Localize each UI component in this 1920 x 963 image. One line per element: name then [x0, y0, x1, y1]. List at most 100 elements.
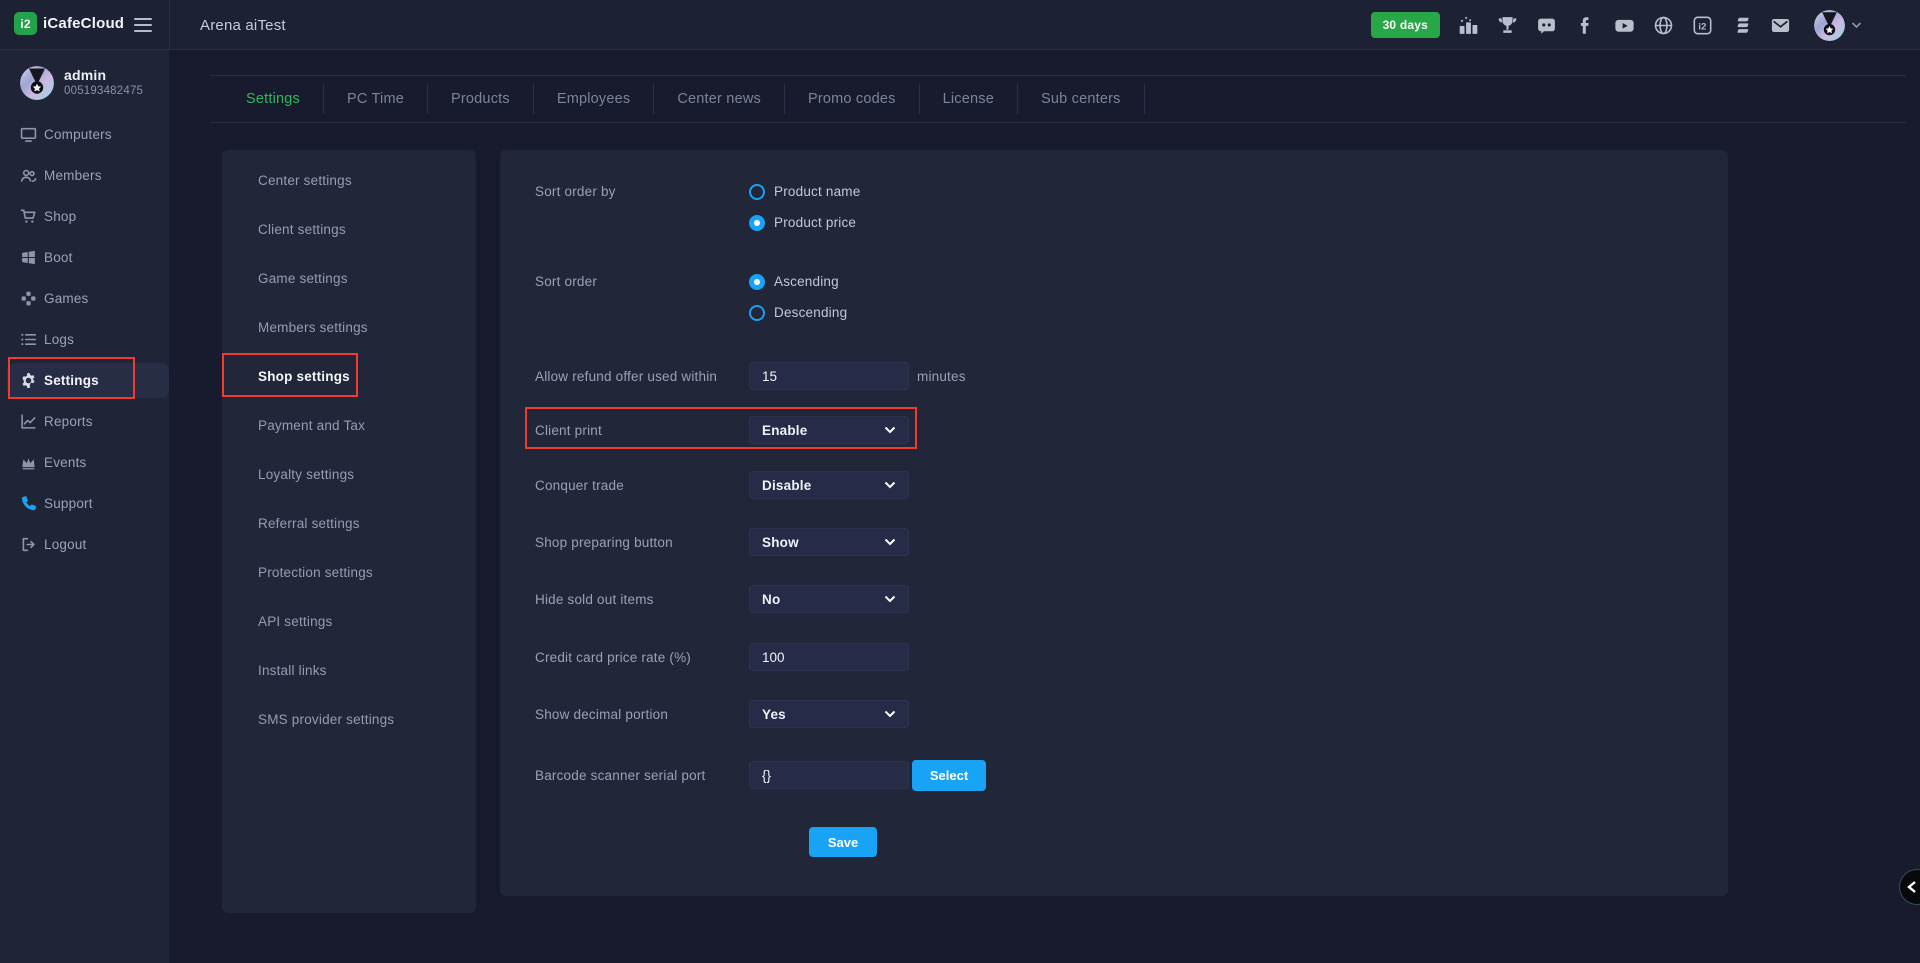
sidebar-item-settings[interactable]: Settings — [0, 360, 169, 401]
navbar-divider — [169, 0, 170, 50]
sidebar-item-label: Members — [44, 168, 102, 183]
chevron-down-icon — [884, 595, 896, 603]
gamepad-icon — [20, 290, 37, 307]
sidebar-item-label: Events — [44, 455, 86, 470]
tab-bar: SettingsPC TimeProductsEmployeesCenter n… — [210, 75, 1906, 123]
sidebar-item-events[interactable]: Events — [0, 442, 169, 483]
radio-unselected-icon[interactable] — [749, 305, 765, 321]
radio-selected-icon[interactable] — [749, 215, 765, 231]
tab-divider — [1144, 84, 1145, 114]
input-credit-card-price-rate[interactable] — [749, 643, 909, 671]
sidebar-item-label: Logout — [44, 537, 87, 552]
radio-label: Product name — [774, 184, 860, 199]
sidebar-item-label: Boot — [44, 250, 73, 265]
brand-name: iCafeCloud — [43, 15, 124, 32]
icafecloud-icon[interactable]: i2 — [1691, 14, 1713, 36]
settings-nav-shop-settings[interactable]: Shop settings — [222, 352, 476, 401]
settings-nav-members-settings[interactable]: Members settings — [222, 303, 476, 352]
logout-icon — [20, 536, 37, 553]
sidebar-item-boot[interactable]: Boot — [0, 237, 169, 278]
settings-nav-api-settings[interactable]: API settings — [222, 597, 476, 646]
sidebar-user-block: admin 005193482475 — [20, 66, 143, 100]
crown-icon — [20, 454, 37, 471]
settings-nav-client-settings[interactable]: Client settings — [222, 205, 476, 254]
icafecloud-logo-icon: i2 — [14, 12, 37, 35]
mail-icon[interactable] — [1769, 14, 1791, 36]
select-value: Yes — [762, 707, 786, 722]
gear-icon — [20, 372, 37, 389]
tab-products[interactable]: Products — [428, 76, 533, 122]
sidebar-item-logs[interactable]: Logs — [0, 319, 169, 360]
brand-logo[interactable]: i2 iCafeCloud — [14, 12, 124, 35]
select-shop-preparing-button[interactable]: Show — [749, 528, 909, 556]
field-label-allow-refund-offer-used-within: Allow refund offer used within — [535, 362, 740, 390]
sidebar-item-members[interactable]: Members — [0, 155, 169, 196]
ranking-icon[interactable] — [1457, 14, 1479, 36]
discord-icon[interactable] — [1535, 14, 1557, 36]
page-title: Arena aiTest — [200, 0, 286, 50]
sidebar-item-games[interactable]: Games — [0, 278, 169, 319]
field-label-client-print: Client print — [535, 416, 740, 444]
select-conquer-trade[interactable]: Disable — [749, 471, 909, 499]
select-hide-sold-out-items[interactable]: No — [749, 585, 909, 613]
save-button[interactable]: Save — [809, 827, 877, 857]
tab-pc-time[interactable]: PC Time — [324, 76, 427, 122]
collapse-panel-button[interactable] — [1899, 869, 1920, 905]
globe-icon[interactable] — [1652, 14, 1674, 36]
radio-option-product-name[interactable]: Product name — [749, 176, 860, 207]
select-value: No — [762, 592, 780, 607]
radio-option-product-price[interactable]: Product price — [749, 207, 860, 238]
sidebar-item-logout[interactable]: Logout — [0, 524, 169, 565]
input-allow-refund-offer-used-within[interactable] — [749, 362, 909, 390]
radio-option-descending[interactable]: Descending — [749, 297, 847, 328]
settings-nav-referral-settings[interactable]: Referral settings — [222, 499, 476, 548]
sidebar-item-reports[interactable]: Reports — [0, 401, 169, 442]
sidebar-item-support[interactable]: Support — [0, 483, 169, 524]
settings-nav-install-links[interactable]: Install links — [222, 646, 476, 695]
tab-employees[interactable]: Employees — [534, 76, 654, 122]
sidebar-item-shop[interactable]: Shop — [0, 196, 169, 237]
tab-settings[interactable]: Settings — [223, 76, 323, 122]
radio-option-ascending[interactable]: Ascending — [749, 266, 847, 297]
radio-label: Descending — [774, 305, 847, 320]
windows-icon — [20, 249, 37, 266]
sidebar-item-label: Reports — [44, 414, 93, 429]
settings-nav-sms-provider-settings[interactable]: SMS provider settings — [222, 695, 476, 744]
chevron-down-icon — [884, 426, 896, 434]
tab-license[interactable]: License — [920, 76, 1017, 122]
select-value: Show — [762, 535, 799, 550]
sidebar-item-label: Settings — [44, 373, 99, 388]
field-label-shop-preparing-button: Shop preparing button — [535, 528, 740, 556]
tab-center-news[interactable]: Center news — [654, 76, 784, 122]
tab-sub-centers[interactable]: Sub centers — [1018, 76, 1144, 122]
user-id: 005193482475 — [64, 84, 143, 99]
radio-label: Ascending — [774, 274, 839, 289]
select-show-decimal-portion[interactable]: Yes — [749, 700, 909, 728]
sidebar-item-computers[interactable]: Computers — [0, 114, 169, 155]
trophy-icon[interactable] — [1496, 14, 1518, 36]
list-icon — [20, 331, 37, 348]
radio-selected-icon[interactable] — [749, 274, 765, 290]
field-label-conquer-trade: Conquer trade — [535, 471, 740, 499]
layers-icon[interactable] — [1730, 14, 1752, 36]
license-days-badge[interactable]: 30 days — [1371, 12, 1440, 38]
input-barcode-scanner-serial-port[interactable] — [749, 761, 909, 789]
sidebar-item-label: Shop — [44, 209, 76, 224]
settings-nav-protection-settings[interactable]: Protection settings — [222, 548, 476, 597]
tab-promo-codes[interactable]: Promo codes — [785, 76, 919, 122]
cart-icon — [20, 208, 37, 225]
sidebar-item-label: Computers — [44, 127, 112, 142]
youtube-icon[interactable] — [1613, 14, 1635, 36]
select-client-print[interactable]: Enable — [749, 416, 909, 444]
hamburger-menu-icon[interactable] — [134, 17, 152, 33]
settings-nav-center-settings[interactable]: Center settings — [222, 156, 476, 205]
settings-nav-loyalty-settings[interactable]: Loyalty settings — [222, 450, 476, 499]
facebook-icon[interactable] — [1574, 14, 1596, 36]
radio-unselected-icon[interactable] — [749, 184, 765, 200]
select-button[interactable]: Select — [912, 760, 986, 791]
settings-nav-payment-and-tax[interactable]: Payment and Tax — [222, 401, 476, 450]
chevron-down-icon — [884, 710, 896, 718]
settings-nav-game-settings[interactable]: Game settings — [222, 254, 476, 303]
sidebar-item-label: Logs — [44, 332, 74, 347]
user-menu[interactable] — [1814, 10, 1862, 41]
